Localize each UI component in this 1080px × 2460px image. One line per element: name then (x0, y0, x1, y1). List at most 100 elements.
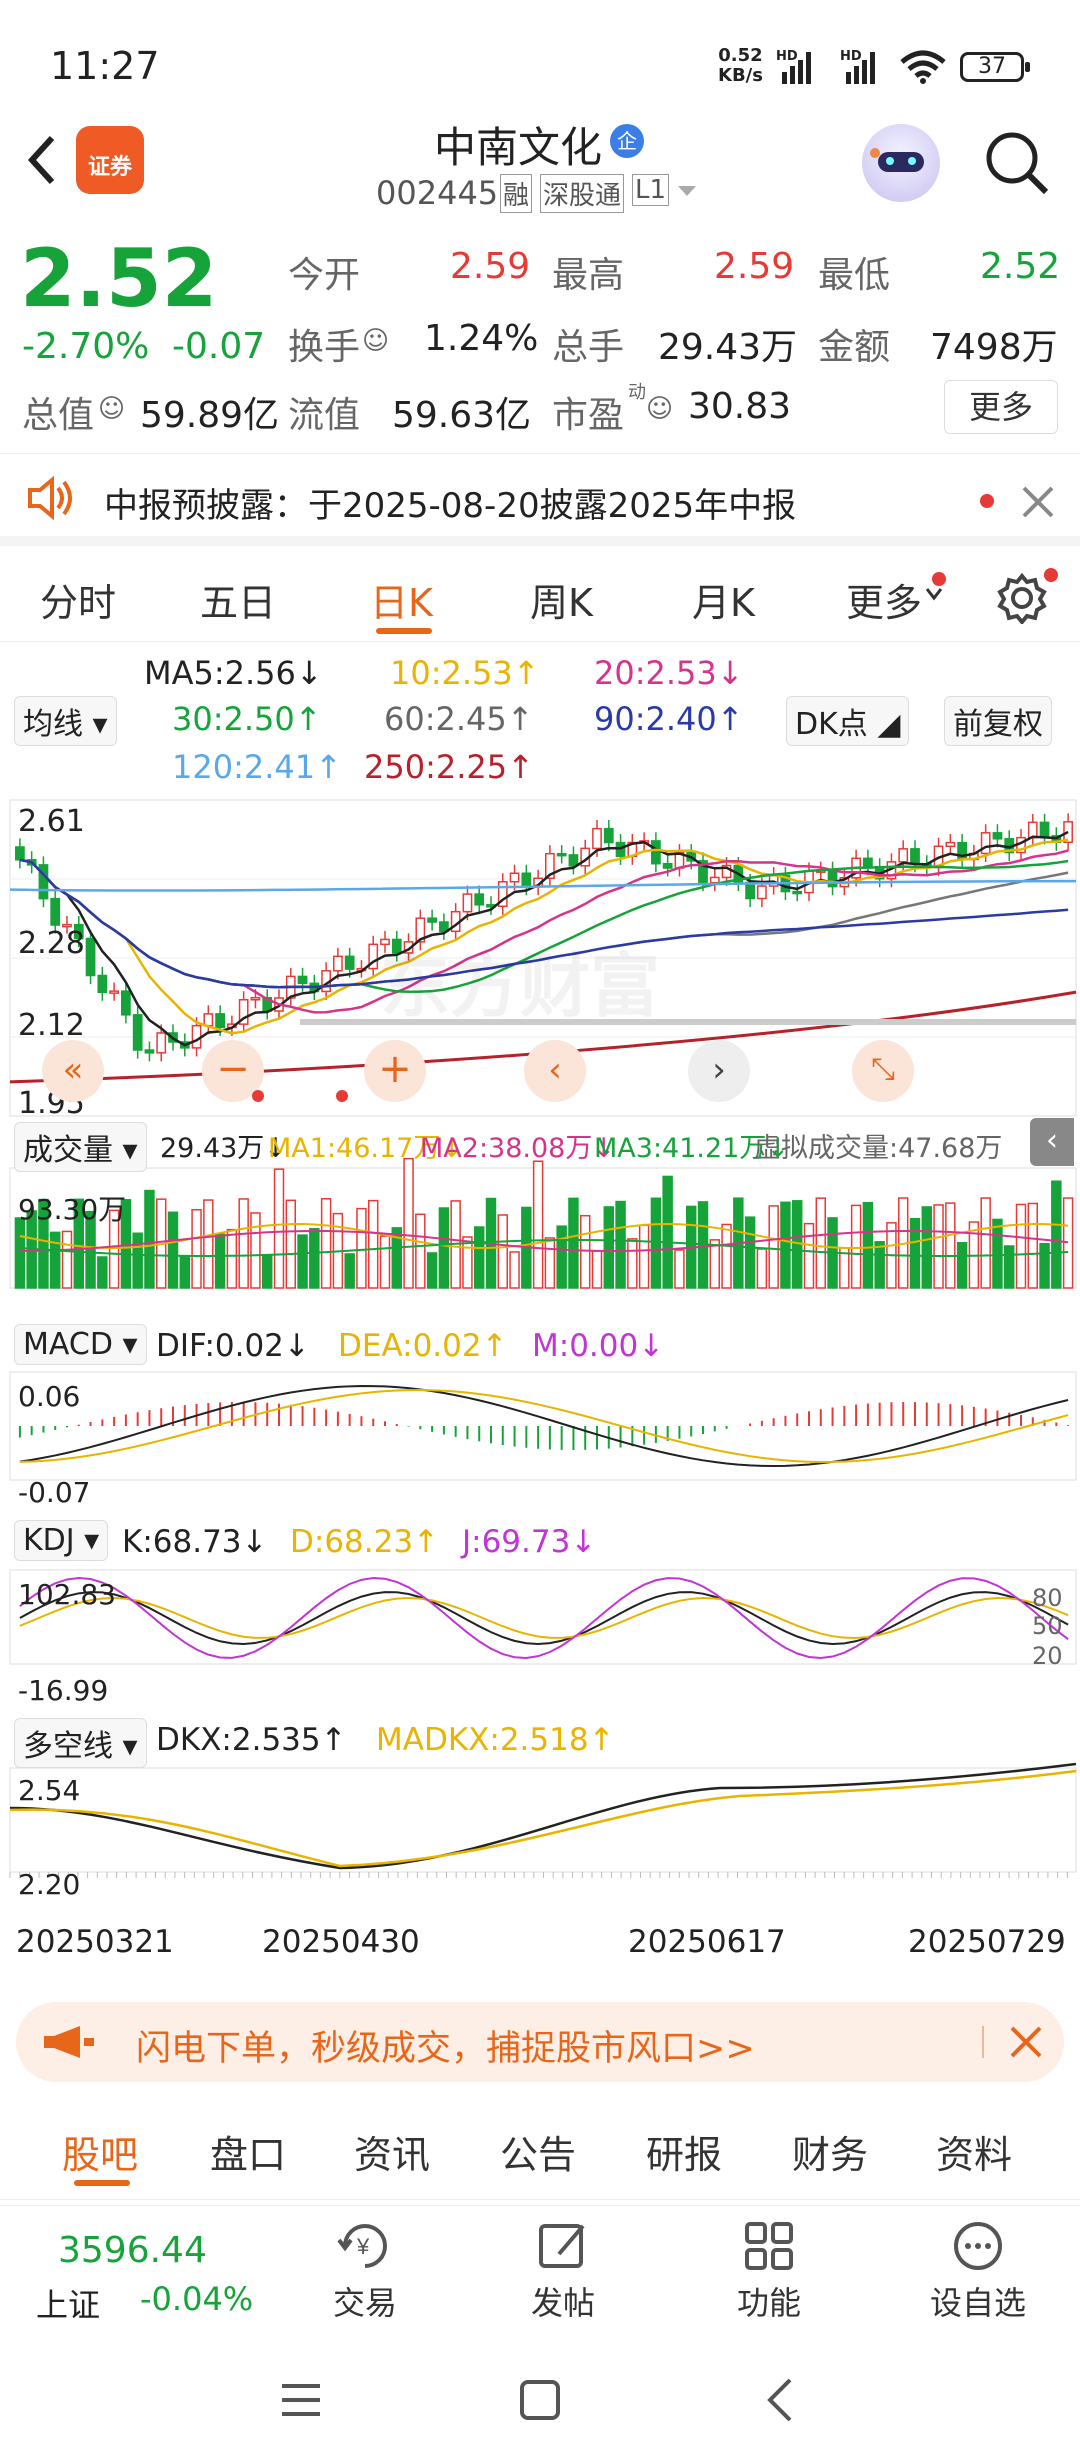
volume-bar (591, 1250, 603, 1289)
status-time: 11:27 (50, 44, 160, 88)
date-label-2: 20250430 (262, 1924, 420, 1960)
adjust-selector[interactable]: 前复权 (944, 696, 1052, 746)
tab-daily[interactable]: 日K (370, 572, 433, 627)
info-icon-3[interactable]: ☺ (646, 394, 673, 424)
chevron-down-icon[interactable] (676, 184, 698, 200)
volume-bar (367, 1199, 379, 1289)
ma-legend: MA5:2.56↓ 10:2.53↑ 20:2.53↓ 均线 ▾ 30:2.50… (0, 648, 1080, 796)
tab-financials[interactable]: 财务 (792, 2124, 868, 2179)
volume-bar (1015, 1203, 1027, 1289)
volume-bar (568, 1197, 579, 1289)
volume-bar (650, 1197, 662, 1289)
tab-profile[interactable]: 资料 (936, 2124, 1012, 2179)
info-tab-underline (74, 2180, 130, 2186)
notice-text: 中报预披露：于2025-08-20披露2025年中报 (104, 486, 797, 526)
candle-body (992, 832, 1003, 840)
virtual-volume: 虚拟成交量:47.68万 (754, 1133, 1003, 1164)
dkx-selector[interactable]: 多空线 ▾ (14, 1718, 147, 1768)
ma-line-120 (9, 879, 1077, 892)
volume-bar (721, 1223, 732, 1289)
info-tabs: 股吧 盘口 资讯 公告 研报 财务 资料 (0, 2100, 1080, 2200)
volume-label: 总手 (552, 327, 625, 368)
kdj-header: KDJ ▾ K:68.73↓ D:68.23↑ J:69.73↓ (0, 1516, 1080, 1566)
candle-body (521, 872, 532, 888)
tab-weekly[interactable]: 周K (530, 572, 593, 627)
back-icon[interactable] (760, 2376, 800, 2424)
volume-bar (815, 1197, 827, 1289)
pe-label: 市盈 (552, 395, 625, 436)
index-value[interactable]: 3596.44 (58, 2230, 207, 2271)
svg-text:¥: ¥ (356, 2234, 370, 2259)
gear-icon[interactable] (994, 568, 1050, 624)
tab-research[interactable]: 研报 (646, 2124, 722, 2179)
promo-banner[interactable]: 闪电下单，秒级成交，捕捉股市风口>> (16, 2002, 1064, 2082)
macd-selector[interactable]: MACD ▾ (14, 1324, 147, 1365)
macd-dea-line (19, 1389, 1069, 1463)
ma90-label: 90:2.40↑ (594, 700, 744, 738)
tab-more[interactable]: 更多 (846, 572, 922, 627)
info-icon-2[interactable]: ☺ (98, 394, 125, 424)
tab-monthly[interactable]: 月K (692, 572, 755, 627)
candle-body (474, 893, 485, 906)
scroll-right-button[interactable]: › (688, 1040, 750, 1102)
date-label-3: 20250617 (628, 1924, 786, 1960)
volume-bar (756, 1248, 768, 1289)
open-value: 2.59 (450, 246, 531, 287)
scroll-left-fast-button[interactable]: « (42, 1040, 104, 1102)
float-value: 59.63亿 (392, 395, 532, 436)
scroll-left-button[interactable]: ‹ (524, 1040, 586, 1102)
chevron-left-icon[interactable] (22, 132, 62, 188)
securities-logo[interactable]: 证券 (76, 126, 144, 194)
notice-bar[interactable]: 中报预披露：于2025-08-20披露2025年中报 (0, 456, 1080, 546)
collapse-tab-button[interactable]: ‹ (1030, 1118, 1074, 1166)
trade-button[interactable]: ¥ 交易 (310, 2218, 420, 2328)
close-icon[interactable] (1020, 484, 1056, 520)
volume-selector[interactable]: 成交量 ▾ (14, 1122, 147, 1172)
madkx-line (9, 1769, 1077, 1868)
close-icon-2[interactable] (1008, 2024, 1044, 2060)
tab-5day[interactable]: 五日 (200, 572, 276, 627)
volume-bar (638, 1224, 650, 1289)
add-watchlist-button[interactable]: 设自选 (918, 2218, 1038, 2328)
function-button[interactable]: 功能 (714, 2218, 824, 2328)
kdj-selector[interactable]: KDJ ▾ (14, 1520, 109, 1561)
chart-controls: « − + ‹ › ⤡ (0, 1040, 1080, 1110)
fullscreen-button[interactable]: ⤡ (852, 1040, 914, 1102)
open-label: 今开 (288, 255, 361, 296)
menu-icon[interactable] (278, 2380, 324, 2420)
chevron-down-icon-2[interactable] (926, 588, 942, 602)
tab-orderbook[interactable]: 盘口 (210, 2124, 286, 2179)
tab-forum[interactable]: 股吧 (62, 2124, 138, 2179)
home-icon[interactable] (518, 2378, 562, 2422)
volume-bar (191, 1209, 202, 1289)
candle-body (827, 869, 838, 888)
index-change: -0.04% (140, 2280, 254, 2318)
low-label: 最低 (818, 255, 891, 296)
macd-y-bot: -0.07 (18, 1476, 91, 1509)
high-value: 2.59 (714, 246, 795, 287)
ma10-label: 10:2.53↑ (390, 654, 540, 692)
candle-body (980, 832, 991, 855)
tab-active-underline (376, 628, 432, 634)
more-button[interactable]: 更多 (944, 380, 1058, 434)
volume-bar (556, 1225, 567, 1289)
period-tabs: 分时 五日 日K 周K 月K 更多 (0, 556, 1080, 642)
info-icon[interactable]: ☺ (362, 326, 389, 356)
stock-name: 中南文化 (434, 123, 603, 172)
ma-selector[interactable]: 均线 ▾ (14, 696, 117, 746)
volume-bar (403, 1157, 414, 1289)
tab-news[interactable]: 资讯 (354, 2124, 430, 2179)
tab-intraday[interactable]: 分时 (40, 572, 116, 627)
battery-tip (1025, 62, 1030, 72)
wifi-icon (900, 50, 946, 84)
dk-point-selector[interactable]: DK点 ◢ (786, 696, 910, 746)
volume-bar (992, 1218, 1003, 1289)
robot-assistant-icon[interactable] (862, 124, 940, 202)
tab-announcements[interactable]: 公告 (500, 2124, 576, 2179)
signal-icon-2: HD (840, 49, 875, 84)
search-icon[interactable] (982, 128, 1052, 198)
zoom-in-button[interactable]: + (364, 1040, 426, 1102)
post-button[interactable]: 发帖 (508, 2218, 618, 2328)
more-dots-icon (954, 2222, 1002, 2270)
volume-bar (579, 1214, 591, 1289)
